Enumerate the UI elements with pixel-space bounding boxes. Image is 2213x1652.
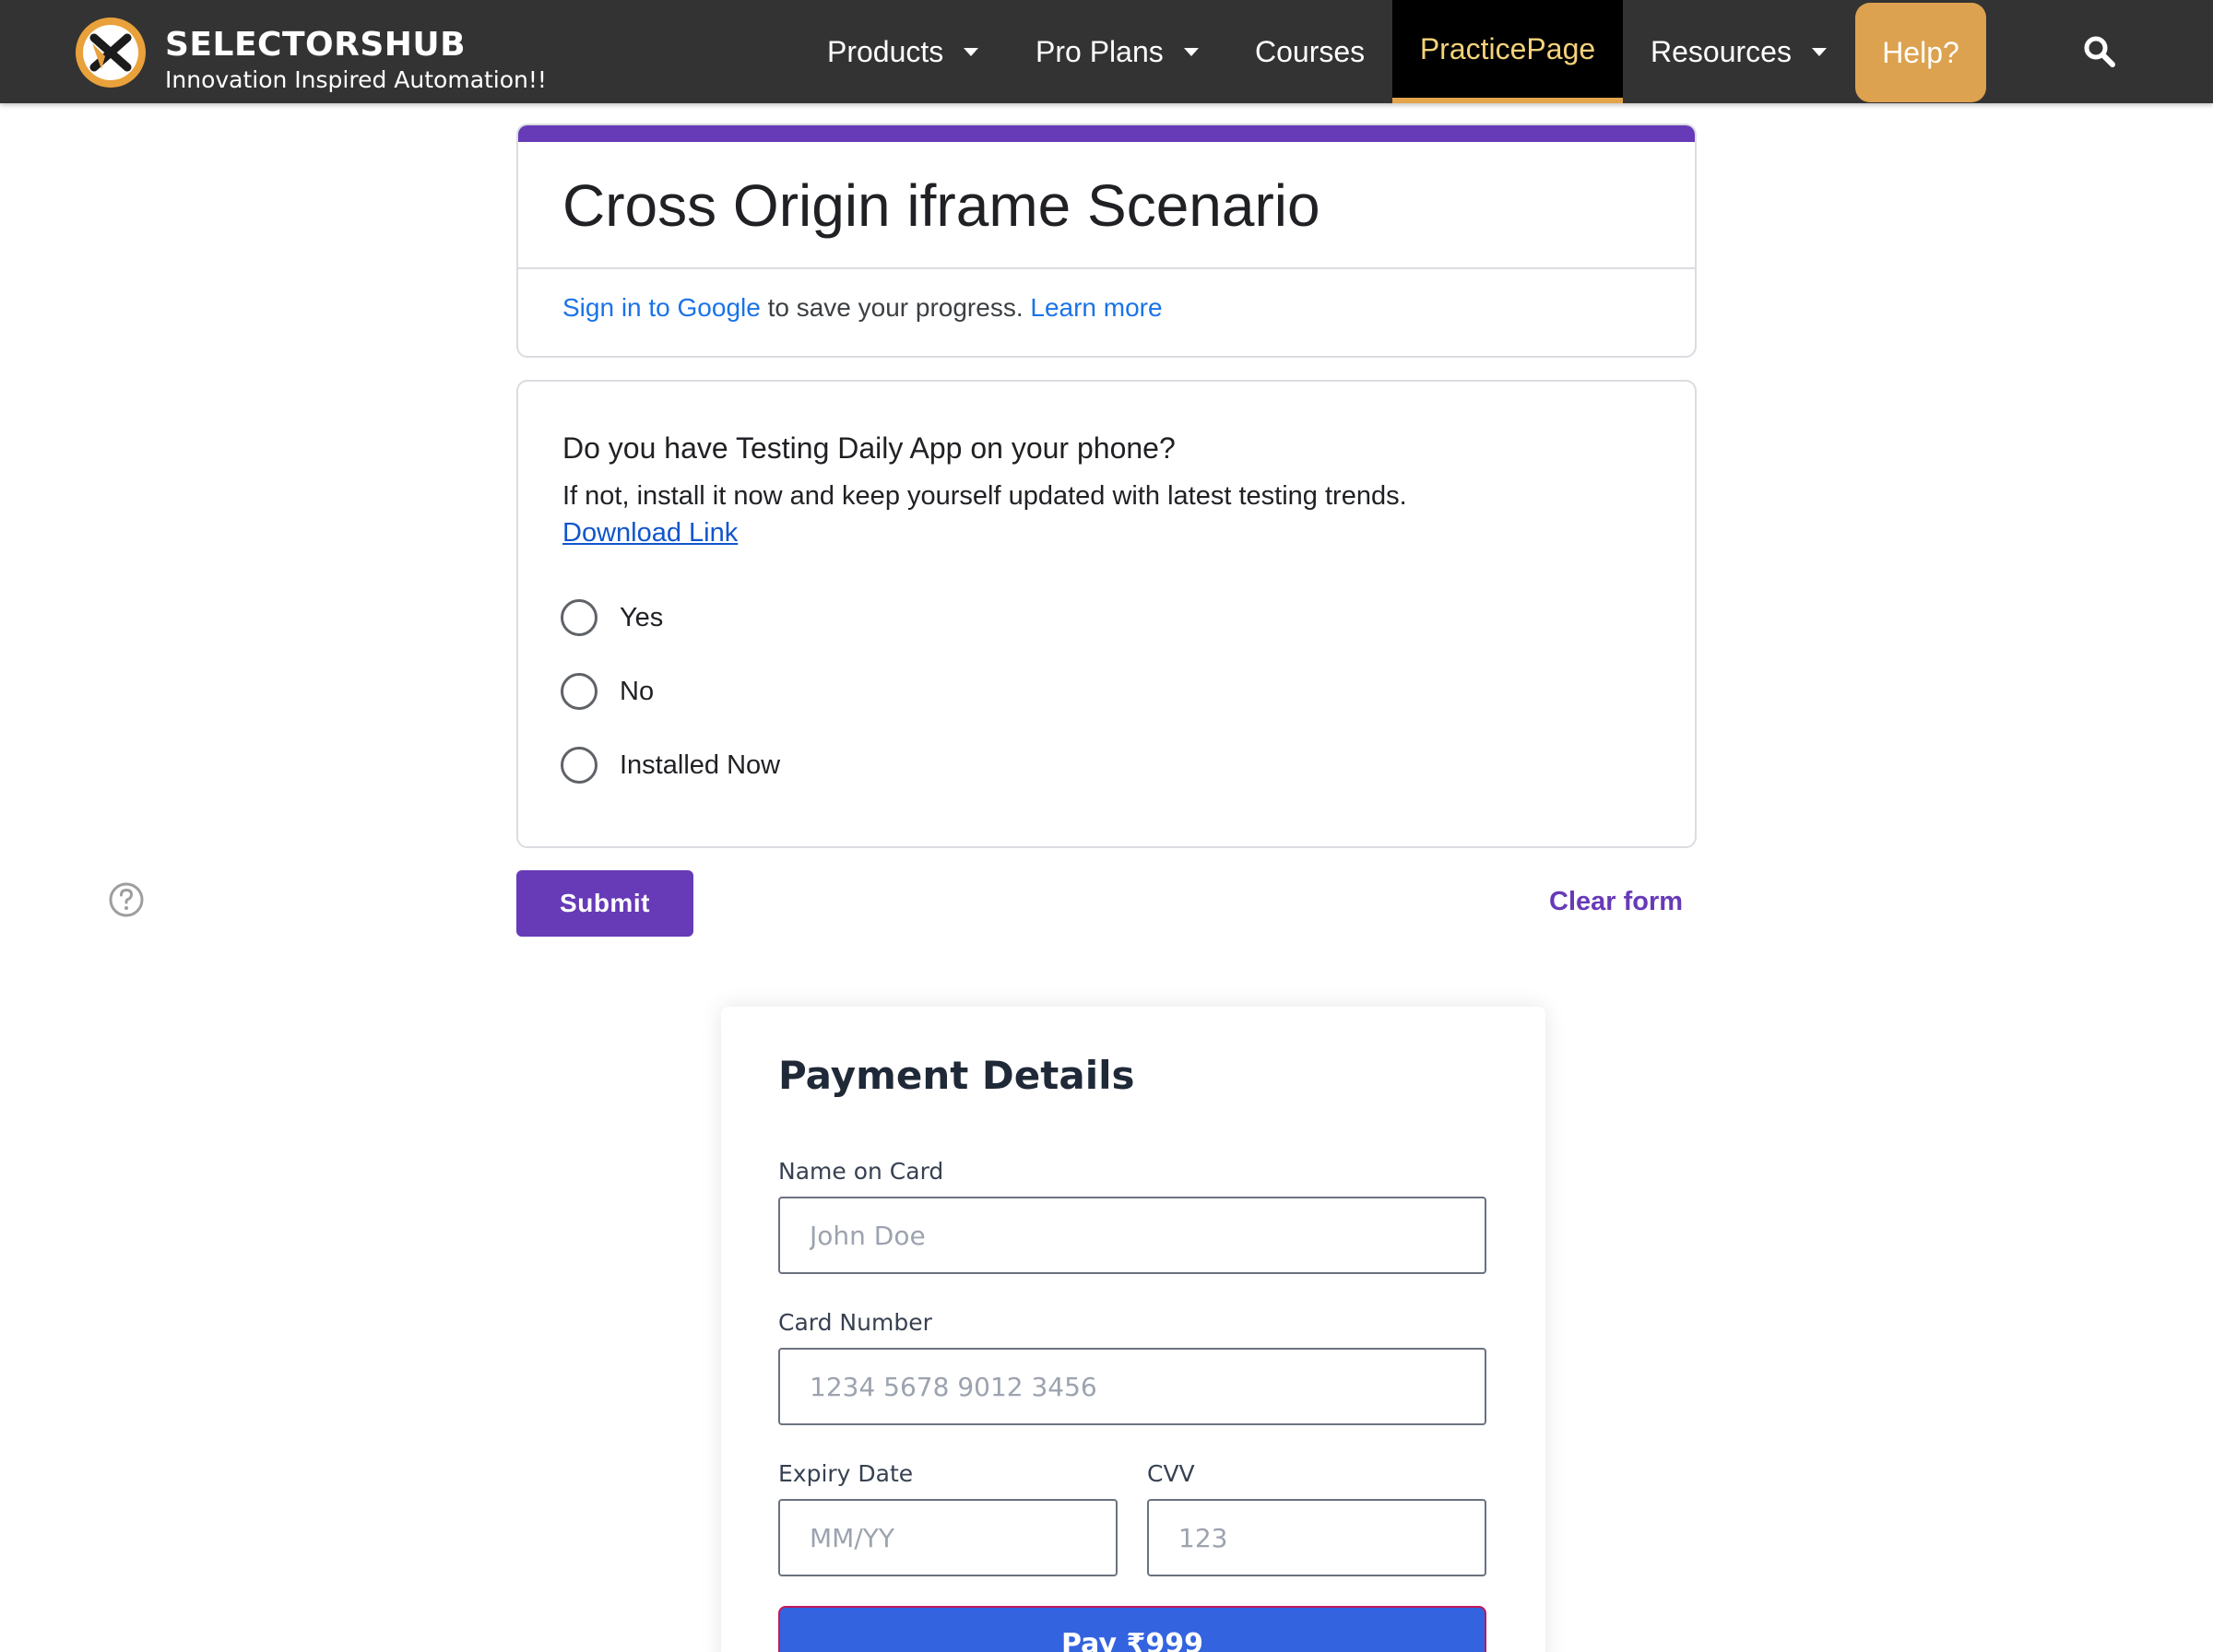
selectorshub-logo-icon[interactable] bbox=[74, 16, 148, 89]
nav-products-label: Products bbox=[827, 34, 944, 68]
cvv-label: CVV bbox=[1147, 1460, 1195, 1487]
form-title: Cross Origin iframe Scenario bbox=[562, 172, 1320, 239]
cvv-input[interactable] bbox=[1147, 1499, 1486, 1576]
nav-help-button[interactable]: Help? bbox=[1855, 3, 1986, 102]
form-accent-bar bbox=[518, 125, 1695, 142]
divider bbox=[518, 267, 1695, 269]
radio-option-yes[interactable]: Yes bbox=[561, 597, 663, 638]
expiry-date-label: Expiry Date bbox=[778, 1460, 914, 1487]
search-icon[interactable] bbox=[2083, 35, 2116, 68]
nav-resources-label: Resources bbox=[1651, 34, 1792, 68]
brand-name[interactable]: SELECTORSHUB bbox=[165, 26, 466, 64]
caret-down-icon bbox=[1811, 47, 1827, 56]
sign-in-link[interactable]: Sign in to Google bbox=[562, 293, 761, 322]
brand-tagline: Innovation Inspired Automation!! bbox=[165, 66, 547, 93]
nav-pro-plans-label: Pro Plans bbox=[1035, 34, 1164, 68]
learn-more-link[interactable]: Learn more bbox=[1030, 293, 1162, 322]
download-link[interactable]: Download Link bbox=[562, 518, 738, 549]
card-number-input[interactable] bbox=[778, 1348, 1486, 1425]
nav-pro-plans[interactable]: Pro Plans bbox=[1035, 0, 1199, 103]
radio-option-installed-now[interactable]: Installed Now bbox=[561, 745, 780, 785]
signin-notice: Sign in to Google to save your progress.… bbox=[562, 293, 1163, 323]
form-header-card: Cross Origin iframe Scenario Sign in to … bbox=[516, 124, 1697, 358]
radio-label: Yes bbox=[620, 602, 664, 632]
signin-text: to save your progress. bbox=[760, 293, 1031, 322]
caret-down-icon bbox=[1183, 47, 1199, 56]
clear-form-button[interactable]: Clear form bbox=[1549, 887, 1683, 917]
card-number-label: Card Number bbox=[778, 1309, 932, 1336]
radio-circle-icon[interactable] bbox=[561, 747, 598, 784]
payment-title: Payment Details bbox=[778, 1053, 1135, 1098]
top-navbar: SELECTORSHUB Innovation Inspired Automat… bbox=[0, 0, 2213, 103]
question-title: Do you have Testing Daily App on your ph… bbox=[562, 431, 1176, 465]
radio-option-no[interactable]: No bbox=[561, 671, 654, 712]
submit-button[interactable]: Submit bbox=[516, 870, 693, 937]
nav-courses-label: Courses bbox=[1255, 34, 1366, 68]
pay-button[interactable]: Pay ₹999 bbox=[778, 1606, 1486, 1652]
help-circle-icon[interactable] bbox=[108, 881, 145, 918]
name-on-card-input[interactable] bbox=[778, 1197, 1486, 1274]
radio-label: Installed Now bbox=[620, 749, 781, 780]
nav-resources[interactable]: Resources bbox=[1651, 0, 1827, 103]
caret-down-icon bbox=[964, 47, 979, 56]
radio-label: No bbox=[620, 676, 655, 706]
nav-practice-page-label: PracticePage bbox=[1419, 31, 1596, 65]
name-on-card-label: Name on Card bbox=[778, 1158, 944, 1185]
payment-card: Payment Details Name on Card Card Number… bbox=[721, 1007, 1545, 1652]
nav-practice-page[interactable]: PracticePage bbox=[1392, 0, 1623, 103]
nav-products[interactable]: Products bbox=[827, 0, 979, 103]
radio-circle-icon[interactable] bbox=[561, 599, 598, 636]
expiry-date-input[interactable] bbox=[778, 1499, 1118, 1576]
radio-circle-icon[interactable] bbox=[561, 673, 598, 710]
nav-courses[interactable]: Courses bbox=[1255, 0, 1365, 103]
nav-help-label: Help? bbox=[1882, 35, 1959, 69]
question-description: If not, install it now and keep yourself… bbox=[562, 481, 1407, 511]
